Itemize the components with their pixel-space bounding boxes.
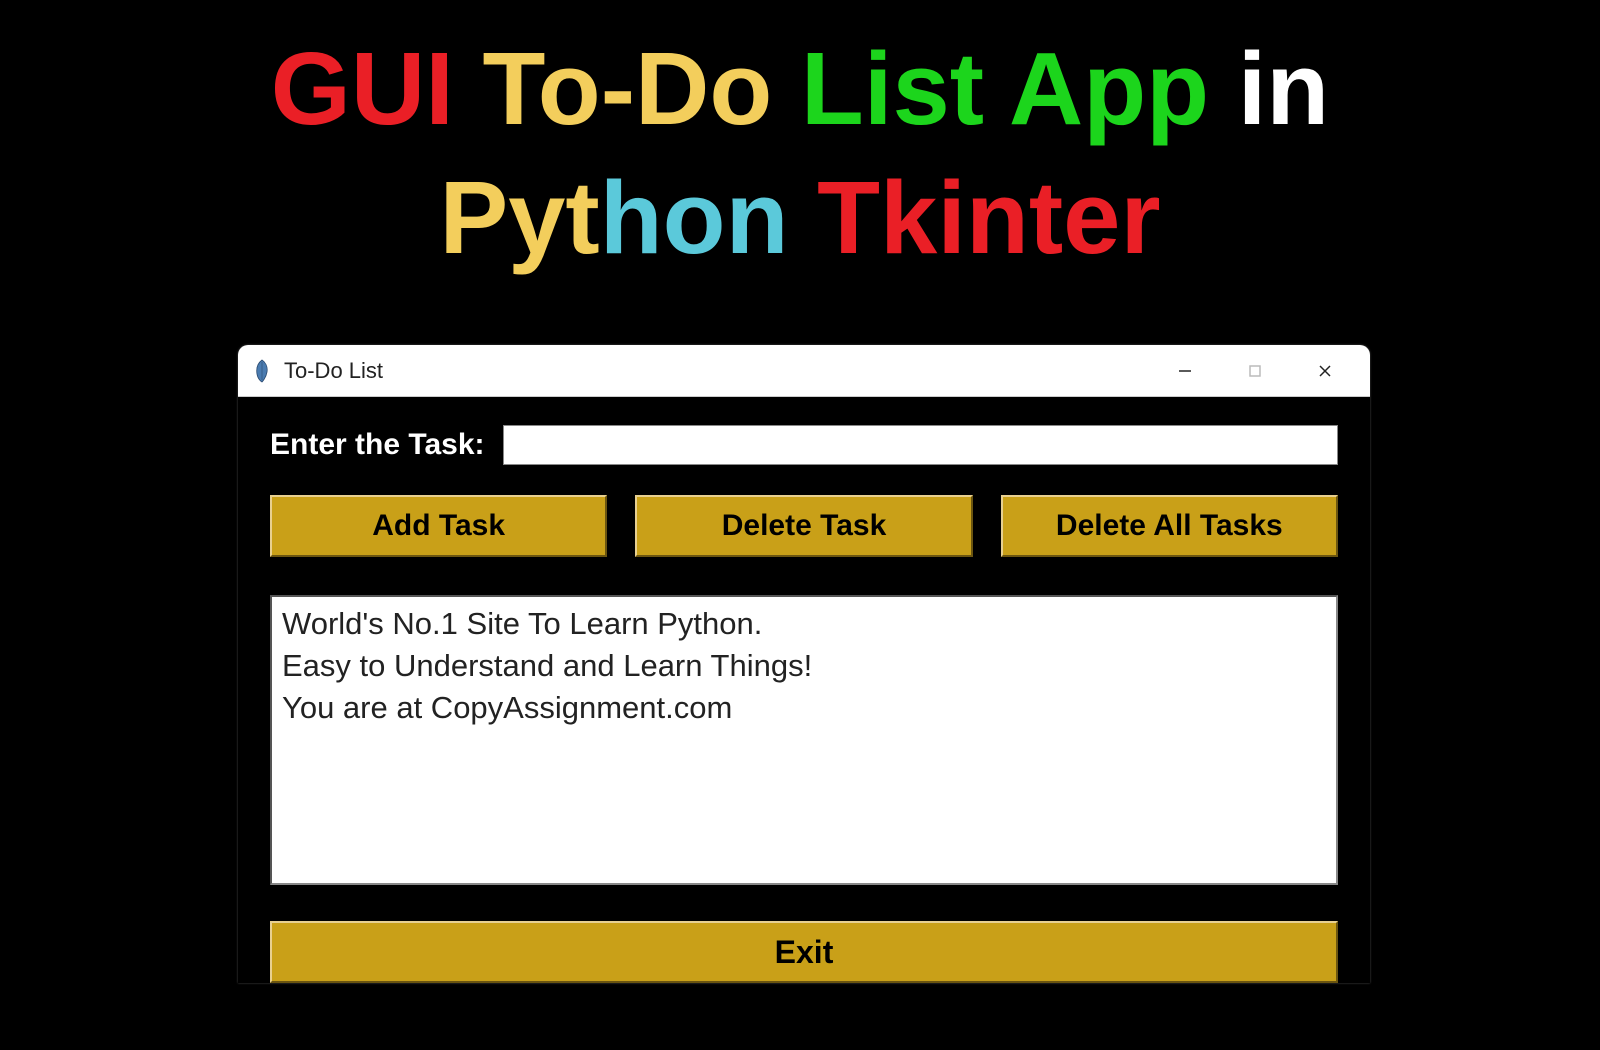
list-item[interactable]: You are at CopyAssignment.com: [282, 687, 1326, 729]
tkinter-feather-icon: [252, 358, 272, 384]
app-window: To-Do List Enter the Task: Add Task Dele…: [238, 345, 1370, 983]
maximize-button[interactable]: [1220, 346, 1290, 396]
task-input-row: Enter the Task:: [270, 425, 1338, 465]
headline-word-hon: hon: [600, 160, 789, 275]
headline-word-tkinter: Tkinter: [817, 160, 1160, 275]
exit-button[interactable]: Exit: [270, 921, 1338, 983]
task-listbox[interactable]: World's No.1 Site To Learn Python. Easy …: [270, 595, 1338, 885]
headline-word-in: in: [1238, 31, 1330, 146]
list-item[interactable]: World's No.1 Site To Learn Python.: [282, 603, 1326, 645]
delete-all-tasks-button[interactable]: Delete All Tasks: [1001, 495, 1338, 557]
list-item[interactable]: Easy to Understand and Learn Things!: [282, 645, 1326, 687]
window-title: To-Do List: [284, 358, 1150, 384]
delete-task-button[interactable]: Delete Task: [635, 495, 972, 557]
window-titlebar[interactable]: To-Do List: [238, 345, 1370, 397]
minimize-button[interactable]: [1150, 346, 1220, 396]
add-task-button[interactable]: Add Task: [270, 495, 607, 557]
action-button-row: Add Task Delete Task Delete All Tasks: [270, 495, 1338, 557]
headline-word-pyt: Pyt: [439, 160, 599, 275]
close-button[interactable]: [1290, 346, 1360, 396]
window-controls: [1150, 346, 1360, 396]
window-body: Enter the Task: Add Task Delete Task Del…: [238, 397, 1370, 983]
page-headline: GUI To-Do List App in Python Tkinter: [0, 0, 1600, 283]
headline-word-todo: To-Do: [483, 31, 773, 146]
headline-word-gui: GUI: [271, 31, 454, 146]
headline-word-listapp: List App: [801, 31, 1209, 146]
task-input[interactable]: [503, 425, 1339, 465]
task-input-label: Enter the Task:: [270, 428, 485, 462]
